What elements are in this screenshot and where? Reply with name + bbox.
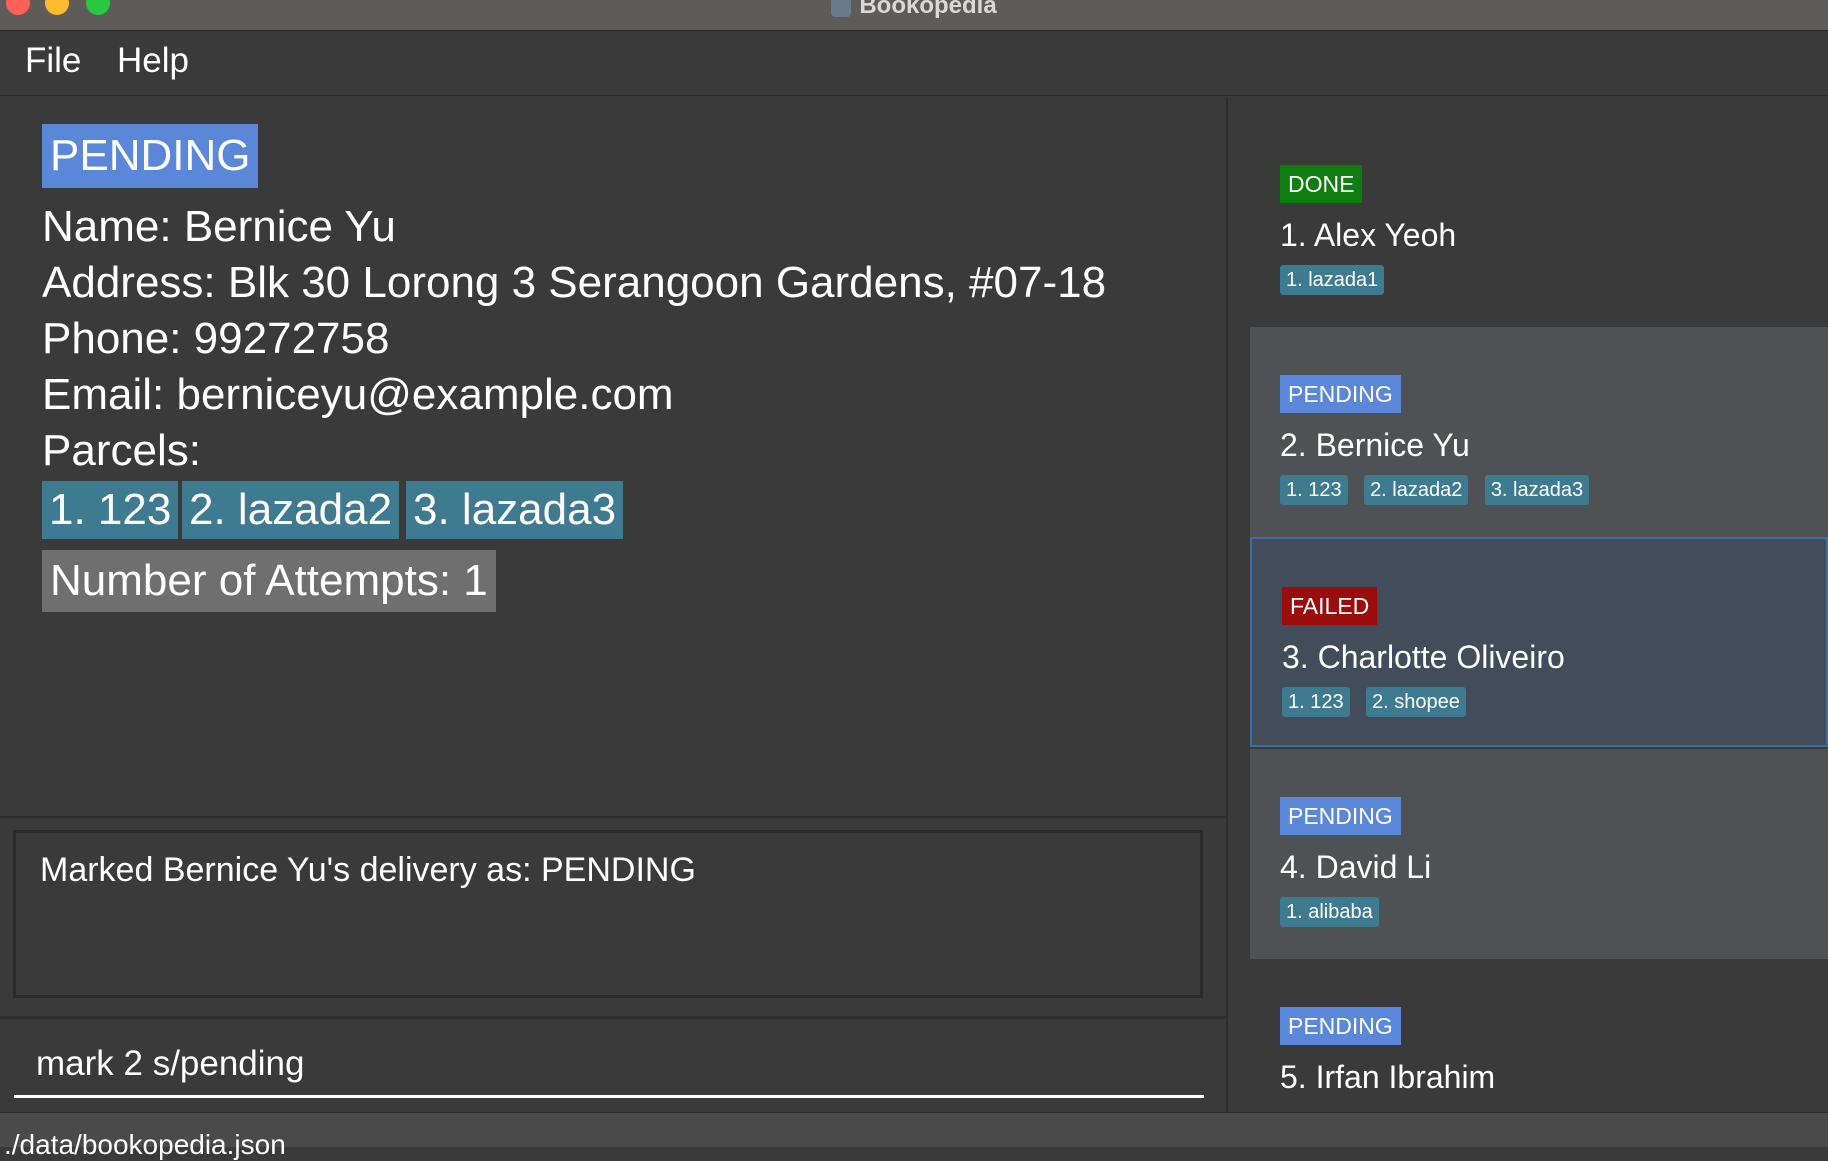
list-item[interactable]: PENDING 2. Bernice Yu 1. 123 2. lazada2 … <box>1250 327 1828 537</box>
status-badge: PENDING <box>1280 1007 1401 1045</box>
title-bar: Bookopedia <box>0 0 1828 31</box>
list-item-tags: 1. lazada1 <box>1280 265 1396 295</box>
list-item-tags: 1. 123 2. lazada2 3. lazada3 <box>1280 475 1601 505</box>
status-badge: DONE <box>1280 165 1363 203</box>
command-input[interactable] <box>14 1032 1204 1098</box>
parcel-tag: 2. lazada2 <box>1364 475 1469 505</box>
detail-address: Address: Blk 30 Lorong 3 Serangoon Garde… <box>42 258 1107 307</box>
parcel-tag: 2. shopee <box>1366 687 1466 717</box>
result-text: Marked Bernice Yu's delivery as: PENDING <box>40 851 696 889</box>
status-badge: PENDING <box>42 124 259 188</box>
parcel-tag: 3. lazada3 <box>1484 475 1590 505</box>
status-badge: PENDING <box>1280 797 1401 835</box>
parcel-tag: 2. lazada2 <box>182 481 400 539</box>
save-location: ./data/bookopedia.json <box>4 1129 286 1160</box>
list-item[interactable]: DONE 1. Alex Yeoh 1. lazada1 <box>1250 117 1828 327</box>
menu-file[interactable]: File <box>25 41 81 81</box>
window-title: Bookopedia <box>0 0 1828 20</box>
horizontal-divider[interactable] <box>0 816 1226 818</box>
delivery-list[interactable]: DONE 1. Alex Yeoh 1. lazada1 PENDING 2. … <box>1250 117 1828 1092</box>
parcel-tag: 1. 123 <box>1280 475 1348 505</box>
detail-name: Name: Bernice Yu <box>42 202 396 251</box>
parcel-tag: 1. 123 <box>42 481 179 539</box>
horizontal-divider[interactable] <box>0 1016 1226 1019</box>
window-title-text: Bookopedia <box>859 0 997 19</box>
vertical-divider[interactable] <box>1226 97 1228 1112</box>
list-item-name: 4. David Li <box>1280 849 1432 885</box>
list-item-name: 5. Irfan Ibrahim <box>1280 1059 1496 1092</box>
delivery-details-panel: PENDING Name: Bernice Yu Address: Blk 30… <box>0 97 1226 817</box>
list-item-name: 3. Charlotte Oliveiro <box>1282 639 1565 675</box>
list-item-name: 1. Alex Yeoh <box>1280 217 1457 253</box>
result-display: Marked Bernice Yu's delivery as: PENDING <box>13 830 1203 998</box>
list-item-tags: 1. 123 2. shopee <box>1282 687 1478 717</box>
list-item-tags: 1. alibaba <box>1280 897 1391 927</box>
status-bar: ./data/bookopedia.json <box>0 1112 1828 1160</box>
list-item-selected[interactable]: FAILED 3. Charlotte Oliveiro 1. 123 2. s… <box>1250 537 1828 747</box>
parcel-tag: 3. lazada3 <box>406 481 624 539</box>
list-item[interactable]: PENDING 5. Irfan Ibrahim <box>1250 959 1828 1092</box>
status-badge: PENDING <box>1280 375 1401 413</box>
attempts-badge: Number of Attempts: 1 <box>42 550 496 612</box>
parcel-tag: 1. 123 <box>1282 687 1350 717</box>
list-item-name: 2. Bernice Yu <box>1280 427 1470 463</box>
parcel-tag: 1. alibaba <box>1280 897 1379 927</box>
detail-parcels-label: Parcels: <box>42 426 201 475</box>
app-icon <box>831 0 852 17</box>
detail-email: Email: berniceyu@example.com <box>42 370 674 419</box>
menu-help[interactable]: Help <box>117 41 189 81</box>
detail-phone: Phone: 99272758 <box>42 314 390 363</box>
parcel-tag: 1. lazada1 <box>1280 265 1385 295</box>
status-badge: FAILED <box>1282 587 1378 625</box>
menu-bar: File Help <box>0 31 1828 96</box>
list-item[interactable]: PENDING 4. David Li 1. alibaba <box>1250 749 1828 959</box>
